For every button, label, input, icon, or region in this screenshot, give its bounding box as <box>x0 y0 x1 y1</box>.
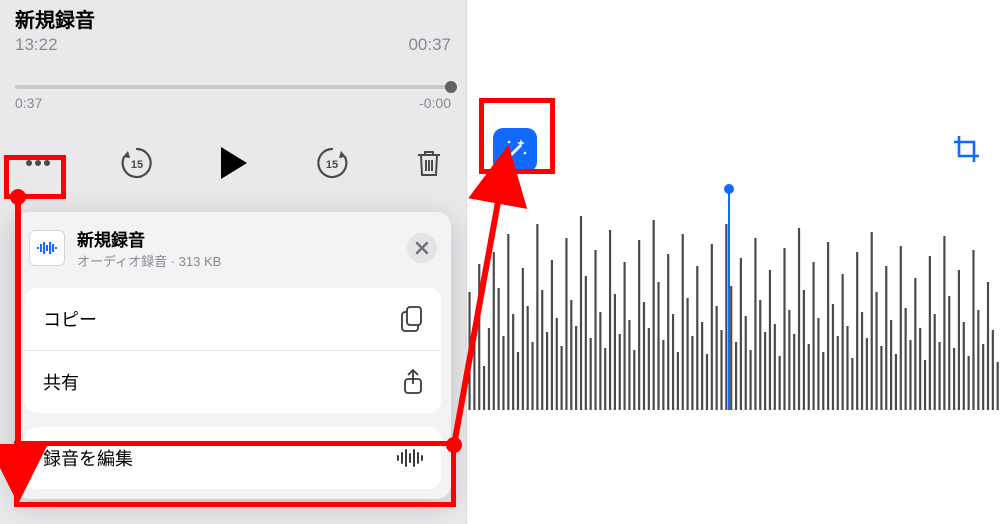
action-copy[interactable]: コピー <box>25 288 441 350</box>
share-sheet-header: 新規録音 オーディオ録音 · 313 KB <box>15 212 451 288</box>
svg-text:15: 15 <box>325 159 337 171</box>
action-share[interactable]: 共有 <box>25 351 441 413</box>
scrubber-times: 0:37 -0:00 <box>15 95 451 111</box>
delete-button[interactable] <box>407 141 451 185</box>
scrubber[interactable]: 0:37 -0:00 <box>0 55 466 111</box>
svg-text:15: 15 <box>130 159 142 171</box>
scrubber-end: -0:00 <box>419 95 451 111</box>
copy-icon <box>401 306 423 332</box>
waveform-display[interactable] <box>467 200 1000 410</box>
share-sheet: 新規録音 オーディオ録音 · 313 KB コピー 共有 録音を編集 <box>15 212 451 499</box>
playhead[interactable] <box>728 190 730 410</box>
magic-wand-icon <box>502 137 528 163</box>
close-icon <box>415 241 429 255</box>
recording-time: 13:22 <box>15 35 58 55</box>
action-share-label: 共有 <box>43 369 79 395</box>
voice-memo-panel: 新規録音 13:22 00:37 0:37 -0:00 15 <box>0 0 467 524</box>
recording-title: 新規録音 <box>0 0 466 33</box>
editor-panel <box>467 0 1000 524</box>
share-file-title: 新規録音 <box>77 226 221 251</box>
more-options-button[interactable] <box>15 148 61 178</box>
waveform-icon <box>397 448 423 468</box>
trash-icon <box>415 148 443 178</box>
action-copy-label: コピー <box>43 306 97 332</box>
skip-forward-15-button[interactable]: 15 <box>310 141 354 185</box>
scrubber-knob[interactable] <box>445 81 457 93</box>
action-edit-label: 録音を編集 <box>43 445 133 471</box>
enhance-button[interactable] <box>493 128 537 172</box>
transport-bar: 15 15 <box>0 111 466 185</box>
play-icon <box>219 146 249 180</box>
skip-back-icon: 15 <box>119 145 155 181</box>
crop-button[interactable] <box>948 130 986 168</box>
share-file-subtitle: オーディオ録音 · 313 KB <box>77 251 221 270</box>
play-button[interactable] <box>212 141 256 185</box>
waveform-svg <box>467 200 1000 410</box>
audio-file-icon <box>29 230 65 266</box>
scrubber-track[interactable] <box>15 85 451 89</box>
crop-icon <box>952 134 982 164</box>
recording-duration: 00:37 <box>408 35 451 55</box>
ellipsis-icon <box>25 159 51 167</box>
skip-back-15-button[interactable]: 15 <box>115 141 159 185</box>
close-sheet-button[interactable] <box>407 233 437 263</box>
scrubber-start: 0:37 <box>15 95 42 111</box>
share-action-list-2: 録音を編集 <box>25 427 441 489</box>
share-icon <box>403 369 423 395</box>
share-action-list: コピー 共有 <box>25 288 441 413</box>
share-file-info: 新規録音 オーディオ録音 · 313 KB <box>77 226 221 270</box>
skip-forward-icon: 15 <box>314 145 350 181</box>
recording-meta: 13:22 00:37 <box>0 33 466 55</box>
action-edit-recording[interactable]: 録音を編集 <box>25 427 441 489</box>
